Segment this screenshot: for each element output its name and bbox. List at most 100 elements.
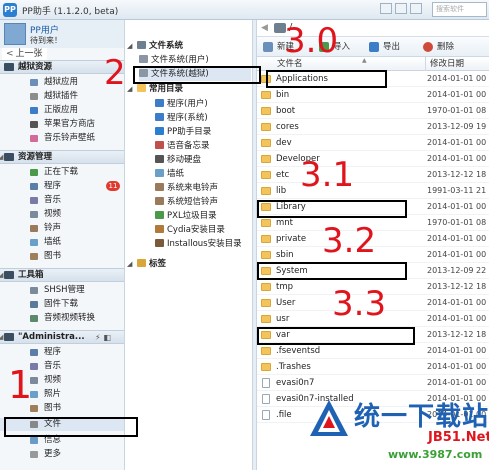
collapse-icon[interactable]: ◢ xyxy=(0,151,3,163)
file-row[interactable]: bin 2014-01-01 00 xyxy=(257,87,489,103)
file-date: 1970-01-01 08 xyxy=(427,218,487,227)
tree-node-common[interactable]: 墙纸 xyxy=(155,168,184,181)
column-date[interactable]: 修改日期 xyxy=(425,57,489,71)
file-date: 2013-12-12 18 xyxy=(427,330,487,339)
file-row[interactable]: boot 1970-01-01 08 xyxy=(257,103,489,119)
sidebar-item-firmware[interactable]: 固件下载 xyxy=(0,298,124,311)
export-icon xyxy=(369,42,379,52)
watermark-site-jb51: JB51.Net xyxy=(428,430,489,445)
tree-label: PP助手目录 xyxy=(167,127,212,137)
sidebar-item-music[interactable]: 音乐 xyxy=(0,194,124,207)
convert-icon xyxy=(30,315,38,322)
sidebar-item-apps[interactable]: 程序 11 xyxy=(0,180,124,193)
tree-label: 标签 xyxy=(149,259,167,269)
delete-label: 删除 xyxy=(437,42,455,52)
sidebar-item-ringtone-wallpaper[interactable]: 音乐铃声壁纸 xyxy=(0,132,124,145)
skin-button[interactable] xyxy=(380,3,392,14)
sidebar-item-device-more[interactable]: 更多 xyxy=(0,448,124,461)
tree-node-common[interactable]: 程序(系统) xyxy=(155,112,208,125)
tree-label: 常用目录 xyxy=(149,84,184,94)
message-icon xyxy=(30,437,38,444)
tree-node-common[interactable]: Cydia安装目录 xyxy=(155,224,225,237)
search-input[interactable]: 搜索软件 xyxy=(432,2,487,17)
tree-node-common[interactable]: Installous安装目录 xyxy=(155,238,242,251)
tree-node-common[interactable]: PXL垃圾目录 xyxy=(155,210,217,223)
tree-node-common[interactable]: 系统短信铃声 xyxy=(155,196,218,209)
annotation-3-0: 3.0 xyxy=(284,21,339,61)
folder-icon xyxy=(261,251,271,259)
tree-label: 程序(用户) xyxy=(167,99,208,109)
section-toolbox[interactable]: ◢ 工具箱 xyxy=(0,268,124,282)
back-arrow-icon: < xyxy=(6,49,14,59)
avatar[interactable] xyxy=(4,23,26,45)
plugin-icon xyxy=(30,93,38,100)
section-device[interactable]: ◢ "Administra... ⚡ ◧ xyxy=(0,330,124,344)
collapse-icon[interactable]: ◢ xyxy=(127,83,137,96)
collapse-icon[interactable]: ◢ xyxy=(127,40,137,53)
sidebar-item-label: 音频视频转换 xyxy=(44,313,96,323)
tree-node-filesystem[interactable]: ◢ 文件系统 xyxy=(127,40,183,53)
back-icon[interactable]: ◀ xyxy=(261,23,271,33)
tree-node-common-dirs[interactable]: ◢ 常用目录 xyxy=(127,83,183,96)
tree-node-common[interactable]: 语音备忘录 xyxy=(155,140,210,153)
monitor-icon xyxy=(4,153,14,161)
folder-icon xyxy=(261,283,271,291)
tree-label: Installous安装目录 xyxy=(167,239,242,249)
minimize-button[interactable] xyxy=(395,3,407,14)
sidebar-item-app-store[interactable]: 苹果官方商店 xyxy=(0,118,124,131)
tree-node-tags[interactable]: ◢ 标签 xyxy=(127,258,166,271)
file-row[interactable]: .Trashes 2014-01-01 00 xyxy=(257,359,489,375)
file-row[interactable]: etc 2013-12-12 18 xyxy=(257,167,489,183)
section-title: 工具箱 xyxy=(18,270,44,280)
file-row[interactable]: Developer 2014-01-01 00 xyxy=(257,151,489,167)
image-icon xyxy=(155,169,164,177)
collapse-icon[interactable]: ◢ xyxy=(0,269,3,281)
sidebar-item-shsh[interactable]: SHSH管理 xyxy=(0,284,124,297)
watermark-brand: 统一下载站 xyxy=(354,402,489,432)
folder-icon xyxy=(261,155,271,163)
export-button[interactable]: 导出 xyxy=(369,41,400,53)
watermark: 统一下载站 JB51.Net www.3987.com xyxy=(298,378,489,470)
delete-icon xyxy=(423,42,433,52)
jailbreak-section-icon xyxy=(4,63,14,71)
section-resource-manager[interactable]: ◢ 资源管理 xyxy=(0,150,124,164)
video-icon xyxy=(30,211,38,218)
sidebar-item-device-apps[interactable]: 程序 xyxy=(0,346,124,359)
file-icon xyxy=(262,394,270,404)
tree-node-common[interactable]: 移动硬盘 xyxy=(155,154,201,167)
sidebar-item-ringtones[interactable]: 铃声 xyxy=(0,222,124,235)
file-row[interactable]: cores 2013-12-09 19 xyxy=(257,119,489,135)
sidebar-item-downloading[interactable]: 正在下载 xyxy=(0,166,124,179)
tree-node-common[interactable]: PP助手目录 xyxy=(155,126,211,139)
folder-icon xyxy=(261,235,271,243)
image-icon xyxy=(30,239,38,246)
sidebar-item-converter[interactable]: 音频视频转换 xyxy=(0,312,124,325)
firmware-icon xyxy=(30,301,38,308)
tree-node-common[interactable]: 程序(用户) xyxy=(155,98,208,111)
voice-memo-icon xyxy=(155,141,164,149)
sidebar-item-video[interactable]: 视频 xyxy=(0,208,124,221)
delete-button[interactable]: 删除 xyxy=(423,41,454,53)
file-row[interactable]: lib 1991-03-11 21 xyxy=(257,183,489,199)
drive-icon xyxy=(139,55,148,63)
file-date: 2014-01-01 00 xyxy=(427,250,487,259)
maximize-button[interactable] xyxy=(410,3,422,14)
sidebar-item-wallpaper[interactable]: 墙纸 xyxy=(0,236,124,249)
sidebar-item-books[interactable]: 图书 xyxy=(0,250,124,263)
sidebar-item-label: 音乐铃声壁纸 xyxy=(44,133,96,143)
tree-node-common[interactable]: 系统来电铃声 xyxy=(155,182,218,195)
apps-count-badge: 11 xyxy=(106,181,120,191)
sidebar-item-label: 墙纸 xyxy=(44,237,62,247)
tree-label: 程序(系统) xyxy=(167,113,208,123)
back-button[interactable]: < 上一张 xyxy=(2,48,47,60)
annotation-3-1: 3.1 xyxy=(300,155,355,195)
sidebar-item-label: 更多 xyxy=(44,449,62,459)
sidebar-item-label: 图书 xyxy=(44,251,62,261)
file-row[interactable]: dev 2014-01-01 00 xyxy=(257,135,489,151)
collapse-icon[interactable]: ◢ xyxy=(0,331,3,343)
file-row[interactable]: .fseventsd 2014-01-01 00 xyxy=(257,343,489,359)
folder-icon xyxy=(261,347,271,355)
app-icon xyxy=(30,183,38,190)
collapse-icon[interactable]: ◢ xyxy=(127,258,137,271)
sidebar-item-genuine-apps[interactable]: 正版应用 xyxy=(0,104,124,117)
